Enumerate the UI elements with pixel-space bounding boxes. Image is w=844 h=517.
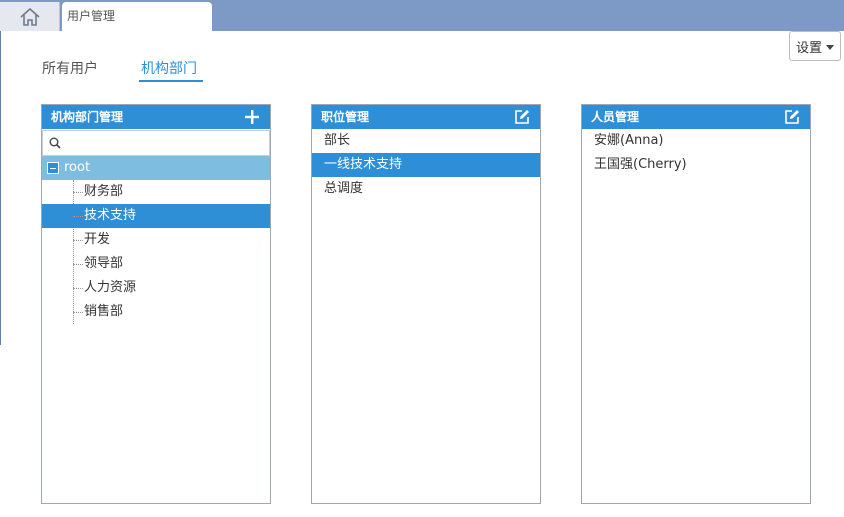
edit-icon[interactable]	[514, 109, 530, 125]
people-panel: 人员管理 安娜(Anna) 王国强(Cherry)	[581, 104, 811, 504]
search-input[interactable]	[65, 133, 265, 153]
tree-root[interactable]: root	[42, 156, 270, 180]
home-tab[interactable]	[0, 2, 60, 31]
org-department-panel: 机构部门管理 root 财务部 技术支持 开发 领导部 人力资源 销售部	[41, 104, 271, 504]
collapse-icon[interactable]	[47, 162, 59, 174]
panel-title: 机构部门管理	[51, 110, 124, 124]
add-icon[interactable]	[244, 109, 260, 125]
panel-title: 人员管理	[591, 110, 640, 124]
edit-icon[interactable]	[784, 109, 800, 125]
search-box	[42, 130, 270, 156]
tree-children: 财务部 技术支持 开发 领导部 人力资源 销售部	[42, 180, 270, 324]
tab-bar: 用户管理	[0, 0, 844, 31]
settings-label: 设置	[795, 40, 822, 56]
list-item[interactable]: 安娜(Anna)	[582, 129, 810, 153]
tree-root-label: root	[64, 160, 91, 175]
tree-item[interactable]: 领导部	[42, 252, 270, 276]
panel-header: 人员管理	[582, 105, 810, 129]
list-item[interactable]: 部长	[312, 129, 540, 153]
home-icon	[19, 7, 40, 26]
panel-title: 职位管理	[321, 110, 370, 124]
tab-all-users[interactable]: 所有用户	[42, 58, 98, 78]
position-panel: 职位管理 部长 一线技术支持 总调度	[311, 104, 541, 504]
settings-button[interactable]: 设置	[789, 31, 841, 61]
tab-user-management[interactable]: 用户管理	[62, 2, 212, 31]
list-item[interactable]: 王国强(Cherry)	[582, 153, 810, 177]
tree-item[interactable]: 财务部	[42, 180, 270, 204]
tree-item[interactable]: 销售部	[42, 300, 270, 324]
tree-item-selected[interactable]: 技术支持	[42, 204, 270, 228]
list-item[interactable]: 总调度	[312, 177, 540, 201]
tree-item[interactable]: 人力资源	[42, 276, 270, 300]
tree-item[interactable]: 开发	[42, 228, 270, 252]
panel-header: 机构部门管理	[42, 105, 270, 129]
panel-header: 职位管理	[312, 105, 540, 129]
list-item-selected[interactable]: 一线技术支持	[312, 153, 540, 177]
caret-down-icon	[826, 44, 834, 50]
tab-org-departments[interactable]: 机构部门	[141, 58, 197, 78]
active-tab-indicator	[139, 80, 203, 82]
search-icon	[49, 137, 61, 149]
